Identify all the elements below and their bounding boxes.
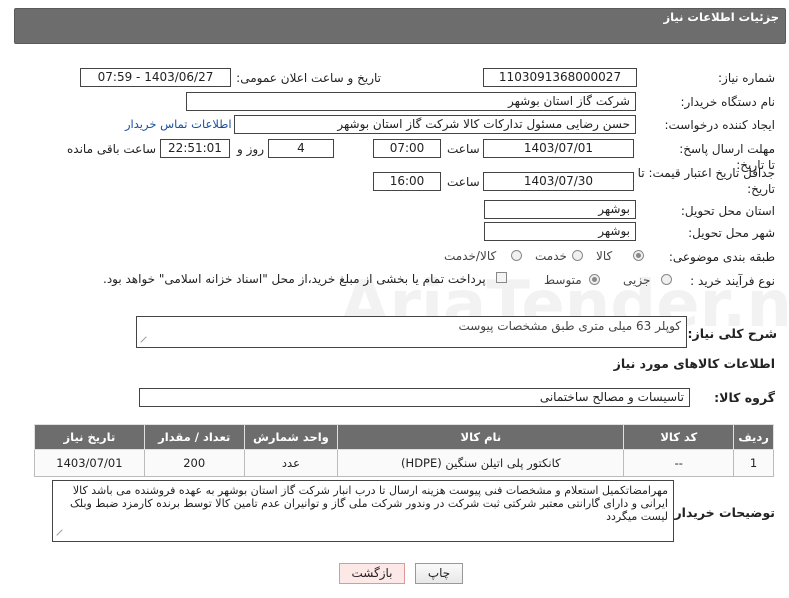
validity-time-field[interactable]: 16:00: [373, 172, 441, 191]
need-number-field[interactable]: 1103091368000027: [483, 68, 637, 87]
col-need-date: تاریخ نیاز: [34, 424, 145, 450]
cell-goods-name: کانکتور پلی اتیلن سنگین (HDPE): [337, 449, 625, 477]
category-radio-service[interactable]: [572, 250, 583, 261]
goods-group-label: گروه کالا:: [714, 390, 775, 405]
cell-unit: عدد: [243, 449, 339, 477]
description-field[interactable]: کوپلر 63 میلی متری طبق مشخصات پیوست: [136, 316, 687, 348]
validity-time-label: ساعت: [447, 175, 480, 189]
back-button[interactable]: بازگشت: [339, 563, 405, 584]
purchase-type-label: نوع فرآیند خرید :: [690, 274, 775, 288]
col-quantity: تعداد / مقدار: [143, 424, 245, 450]
days-field[interactable]: 4: [268, 139, 334, 158]
category-label: طبقه بندی موضوعی:: [668, 250, 775, 264]
col-unit: واحد شمارش: [243, 424, 339, 450]
province-label: استان محل تحویل:: [680, 204, 775, 218]
goods-section-title: اطلاعات کالاهای مورد نیاز: [613, 356, 775, 371]
validity-date-field[interactable]: 1403/07/30: [483, 172, 634, 191]
description-label: شرح کلی نیاز:: [687, 326, 777, 341]
deadline-time-label: ساعت: [447, 142, 480, 156]
contact-info-link[interactable]: اطلاعات تماس خریدار: [125, 117, 232, 131]
col-goods-name: نام کالا: [337, 424, 625, 450]
purchase-option-minor: جزیی: [623, 273, 651, 287]
creator-field[interactable]: حسن رضایی مسئول تدارکات کالا شرکت گاز اس…: [234, 115, 636, 134]
print-button[interactable]: چاپ: [415, 563, 463, 584]
cell-goods-code: --: [623, 449, 735, 477]
table-row[interactable]: 1 -- کانکتور پلی اتیلن سنگین (HDPE) عدد …: [34, 449, 774, 477]
purchase-radio-minor[interactable]: [661, 274, 672, 285]
cell-quantity: 200: [143, 449, 245, 477]
buyer-org-field[interactable]: شرکت گاز استان بوشهر: [186, 92, 636, 111]
announce-date-label: تاریخ و ساعت اعلان عمومی:: [236, 71, 381, 85]
category-radio-goods[interactable]: [633, 250, 644, 261]
category-option-goods: کالا: [596, 249, 613, 263]
category-option-service: خدمت: [535, 249, 567, 263]
purchase-option-medium: متوسط: [544, 273, 582, 287]
goods-table-header: ردیف کد کالا نام کالا واحد شمارش تعداد /…: [34, 424, 774, 450]
treasury-payment-note: پرداخت تمام یا بخشی از مبلغ خرید،از محل …: [103, 272, 486, 286]
announce-date-field[interactable]: 1403/06/27 - 07:59: [80, 68, 231, 87]
col-row-number: ردیف: [733, 424, 774, 450]
treasury-checkbox[interactable]: [496, 272, 507, 283]
purchase-radio-medium[interactable]: [589, 274, 600, 285]
buyer-notes-field[interactable]: مهرامضاتکمیل استعلام و مشخصات فنی پیوست …: [52, 480, 674, 542]
validity-label: جداقل تاریخ اعتبار قیمت: تا تاریخ:: [637, 166, 775, 196]
creator-label: ایجاد کننده درخواست:: [664, 118, 775, 132]
need-number-label: شماره نیاز:: [718, 71, 775, 85]
deadline-time-field[interactable]: 07:00: [373, 139, 441, 158]
days-label: روز و: [237, 142, 264, 156]
cell-row-number: 1: [733, 449, 774, 477]
category-option-goods-service: کالا/خدمت: [444, 249, 497, 263]
category-radio-goods-service[interactable]: [511, 250, 522, 261]
remaining-time-field[interactable]: 22:51:01: [160, 139, 230, 158]
deadline-date-field[interactable]: 1403/07/01: [483, 139, 634, 158]
city-field[interactable]: بوشهر: [484, 222, 636, 241]
buyer-notes-label: توضیحات خریدار:: [669, 505, 775, 520]
page-title: جزئیات اطلاعات نیاز: [663, 10, 779, 24]
goods-table: ردیف کد کالا نام کالا واحد شمارش تعداد /…: [34, 424, 774, 477]
cell-need-date: 1403/07/01: [34, 449, 145, 477]
col-goods-code: کد کالا: [623, 424, 735, 450]
buyer-org-label: نام دستگاه خریدار:: [680, 95, 776, 109]
remaining-label: ساعت باقی مانده: [67, 142, 157, 156]
city-label: شهر محل تحویل:: [688, 226, 775, 240]
province-field[interactable]: بوشهر: [484, 200, 636, 219]
goods-group-field[interactable]: تاسیسات و مصالح ساختمانی: [139, 388, 690, 407]
